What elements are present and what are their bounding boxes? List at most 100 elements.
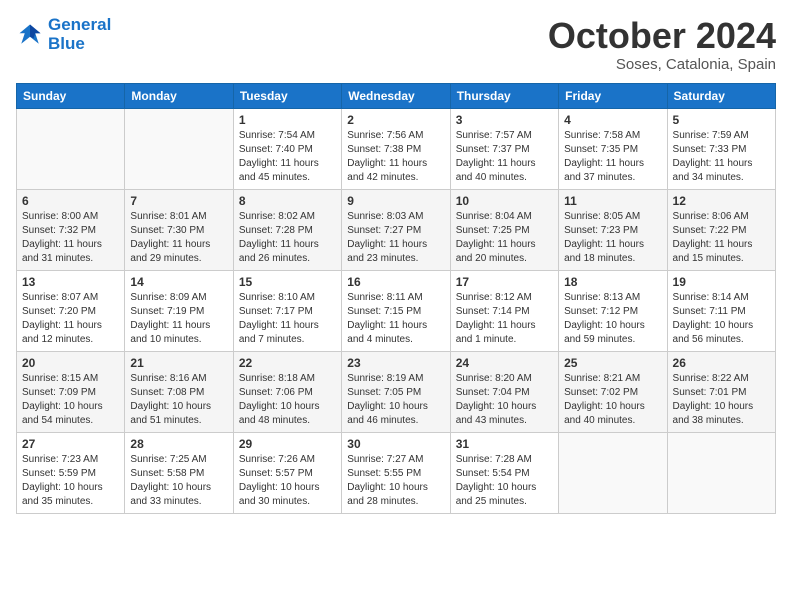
weekday-header: Saturday bbox=[667, 83, 775, 108]
day-info: Sunrise: 7:59 AM Sunset: 7:33 PM Dayligh… bbox=[673, 129, 770, 185]
day-number: 26 bbox=[673, 356, 770, 370]
day-info: Sunrise: 8:14 AM Sunset: 7:11 PM Dayligh… bbox=[673, 291, 770, 347]
day-info: Sunrise: 8:00 AM Sunset: 7:32 PM Dayligh… bbox=[22, 210, 119, 266]
day-number: 25 bbox=[564, 356, 661, 370]
calendar-cell: 4 Sunrise: 7:58 AM Sunset: 7:35 PM Daylig… bbox=[559, 108, 667, 189]
day-number: 4 bbox=[564, 113, 661, 127]
calendar-cell: 26 Sunrise: 8:22 AM Sunset: 7:01 PM Dayli… bbox=[667, 351, 775, 432]
day-info: Sunrise: 7:28 AM Sunset: 5:54 PM Dayligh… bbox=[456, 453, 553, 509]
day-info: Sunrise: 8:09 AM Sunset: 7:19 PM Dayligh… bbox=[130, 291, 227, 347]
day-info: Sunrise: 8:20 AM Sunset: 7:04 PM Dayligh… bbox=[456, 372, 553, 428]
day-info: Sunrise: 8:06 AM Sunset: 7:22 PM Dayligh… bbox=[673, 210, 770, 266]
day-number: 18 bbox=[564, 275, 661, 289]
day-number: 1 bbox=[239, 113, 336, 127]
calendar-cell: 10 Sunrise: 8:04 AM Sunset: 7:25 PM Dayli… bbox=[450, 189, 558, 270]
calendar-cell: 23Sunrise: 8:19 AM Sunset: 7:05 PM Dayli… bbox=[342, 351, 450, 432]
weekday-header: Monday bbox=[125, 83, 233, 108]
weekday-header: Tuesday bbox=[233, 83, 341, 108]
day-info: Sunrise: 8:01 AM Sunset: 7:30 PM Dayligh… bbox=[130, 210, 227, 266]
calendar-cell: 22Sunrise: 8:18 AM Sunset: 7:06 PM Dayli… bbox=[233, 351, 341, 432]
day-info: Sunrise: 7:25 AM Sunset: 5:58 PM Dayligh… bbox=[130, 453, 227, 509]
calendar-cell: 11Sunrise: 8:05 AM Sunset: 7:23 PM Dayli… bbox=[559, 189, 667, 270]
calendar-cell: 8 Sunrise: 8:02 AM Sunset: 7:28 PM Daylig… bbox=[233, 189, 341, 270]
calendar-cell: 12 Sunrise: 8:06 AM Sunset: 7:22 PM Dayli… bbox=[667, 189, 775, 270]
day-number: 2 bbox=[347, 113, 444, 127]
calendar-cell: 25 Sunrise: 8:21 AM Sunset: 7:02 PM Dayli… bbox=[559, 351, 667, 432]
day-number: 27 bbox=[22, 437, 119, 451]
calendar-cell bbox=[559, 432, 667, 513]
day-number: 3 bbox=[456, 113, 553, 127]
calendar-week-row: 1Sunrise: 7:54 AM Sunset: 7:40 PM Daylig… bbox=[17, 108, 776, 189]
day-number: 22 bbox=[239, 356, 336, 370]
day-number: 19 bbox=[673, 275, 770, 289]
calendar-cell: 9Sunrise: 8:03 AM Sunset: 7:27 PM Daylig… bbox=[342, 189, 450, 270]
calendar-cell: 29 Sunrise: 7:26 AM Sunset: 5:57 PM Dayli… bbox=[233, 432, 341, 513]
calendar-cell: 30Sunrise: 7:27 AM Sunset: 5:55 PM Dayli… bbox=[342, 432, 450, 513]
day-info: Sunrise: 7:26 AM Sunset: 5:57 PM Dayligh… bbox=[239, 453, 336, 509]
calendar-week-row: 13 Sunrise: 8:07 AM Sunset: 7:20 PM Dayli… bbox=[17, 270, 776, 351]
calendar-cell: 24 Sunrise: 8:20 AM Sunset: 7:04 PM Dayli… bbox=[450, 351, 558, 432]
calendar-cell: 27Sunrise: 7:23 AM Sunset: 5:59 PM Dayli… bbox=[17, 432, 125, 513]
day-number: 24 bbox=[456, 356, 553, 370]
calendar-cell: 16Sunrise: 8:11 AM Sunset: 7:15 PM Dayli… bbox=[342, 270, 450, 351]
calendar-body: 1Sunrise: 7:54 AM Sunset: 7:40 PM Daylig… bbox=[17, 108, 776, 513]
day-info: Sunrise: 8:02 AM Sunset: 7:28 PM Dayligh… bbox=[239, 210, 336, 266]
day-info: Sunrise: 8:22 AM Sunset: 7:01 PM Dayligh… bbox=[673, 372, 770, 428]
logo-icon bbox=[16, 21, 44, 49]
calendar-cell bbox=[125, 108, 233, 189]
day-info: Sunrise: 8:16 AM Sunset: 7:08 PM Dayligh… bbox=[130, 372, 227, 428]
calendar-cell: 1Sunrise: 7:54 AM Sunset: 7:40 PM Daylig… bbox=[233, 108, 341, 189]
calendar-cell: 13 Sunrise: 8:07 AM Sunset: 7:20 PM Dayli… bbox=[17, 270, 125, 351]
day-info: Sunrise: 7:27 AM Sunset: 5:55 PM Dayligh… bbox=[347, 453, 444, 509]
calendar-cell: 2 Sunrise: 7:56 AM Sunset: 7:38 PM Daylig… bbox=[342, 108, 450, 189]
day-info: Sunrise: 8:10 AM Sunset: 7:17 PM Dayligh… bbox=[239, 291, 336, 347]
calendar-cell: 5 Sunrise: 7:59 AM Sunset: 7:33 PM Daylig… bbox=[667, 108, 775, 189]
calendar-cell: 14 Sunrise: 8:09 AM Sunset: 7:19 PM Dayli… bbox=[125, 270, 233, 351]
day-info: Sunrise: 8:15 AM Sunset: 7:09 PM Dayligh… bbox=[22, 372, 119, 428]
calendar-cell bbox=[667, 432, 775, 513]
title-block: October 2024 Soses, Catalonia, Spain bbox=[548, 16, 776, 73]
day-number: 16 bbox=[347, 275, 444, 289]
day-number: 14 bbox=[130, 275, 227, 289]
day-info: Sunrise: 7:57 AM Sunset: 7:37 PM Dayligh… bbox=[456, 129, 553, 185]
weekday-header: Friday bbox=[559, 83, 667, 108]
calendar-week-row: 6 Sunrise: 8:00 AM Sunset: 7:32 PM Daylig… bbox=[17, 189, 776, 270]
page-header: General Blue October 2024 Soses, Catalon… bbox=[16, 16, 776, 73]
day-number: 6 bbox=[22, 194, 119, 208]
calendar-cell: 28Sunrise: 7:25 AM Sunset: 5:58 PM Dayli… bbox=[125, 432, 233, 513]
calendar-cell: 3 Sunrise: 7:57 AM Sunset: 7:37 PM Daylig… bbox=[450, 108, 558, 189]
day-info: Sunrise: 8:13 AM Sunset: 7:12 PM Dayligh… bbox=[564, 291, 661, 347]
weekday-header: Thursday bbox=[450, 83, 558, 108]
weekday-header: Sunday bbox=[17, 83, 125, 108]
calendar-cell: 17 Sunrise: 8:12 AM Sunset: 7:14 PM Dayli… bbox=[450, 270, 558, 351]
day-number: 9 bbox=[347, 194, 444, 208]
calendar-cell: 31 Sunrise: 7:28 AM Sunset: 5:54 PM Dayli… bbox=[450, 432, 558, 513]
day-info: Sunrise: 7:56 AM Sunset: 7:38 PM Dayligh… bbox=[347, 129, 444, 185]
calendar-table: SundayMondayTuesdayWednesdayThursdayFrid… bbox=[16, 83, 776, 514]
day-info: Sunrise: 8:04 AM Sunset: 7:25 PM Dayligh… bbox=[456, 210, 553, 266]
day-info: Sunrise: 8:07 AM Sunset: 7:20 PM Dayligh… bbox=[22, 291, 119, 347]
calendar-cell: 19 Sunrise: 8:14 AM Sunset: 7:11 PM Dayli… bbox=[667, 270, 775, 351]
calendar-week-row: 20 Sunrise: 8:15 AM Sunset: 7:09 PM Dayli… bbox=[17, 351, 776, 432]
day-number: 5 bbox=[673, 113, 770, 127]
day-number: 29 bbox=[239, 437, 336, 451]
header-row: SundayMondayTuesdayWednesdayThursdayFrid… bbox=[17, 83, 776, 108]
calendar-cell: 6 Sunrise: 8:00 AM Sunset: 7:32 PM Daylig… bbox=[17, 189, 125, 270]
day-number: 17 bbox=[456, 275, 553, 289]
day-number: 31 bbox=[456, 437, 553, 451]
day-info: Sunrise: 8:12 AM Sunset: 7:14 PM Dayligh… bbox=[456, 291, 553, 347]
day-number: 10 bbox=[456, 194, 553, 208]
day-info: Sunrise: 7:58 AM Sunset: 7:35 PM Dayligh… bbox=[564, 129, 661, 185]
day-number: 13 bbox=[22, 275, 119, 289]
day-number: 8 bbox=[239, 194, 336, 208]
location-subtitle: Soses, Catalonia, Spain bbox=[548, 56, 776, 73]
day-number: 12 bbox=[673, 194, 770, 208]
logo-text: General Blue bbox=[48, 16, 111, 53]
weekday-header: Wednesday bbox=[342, 83, 450, 108]
day-info: Sunrise: 8:21 AM Sunset: 7:02 PM Dayligh… bbox=[564, 372, 661, 428]
calendar-cell: 18 Sunrise: 8:13 AM Sunset: 7:12 PM Dayli… bbox=[559, 270, 667, 351]
day-number: 20 bbox=[22, 356, 119, 370]
day-number: 21 bbox=[130, 356, 227, 370]
day-number: 23 bbox=[347, 356, 444, 370]
day-number: 15 bbox=[239, 275, 336, 289]
